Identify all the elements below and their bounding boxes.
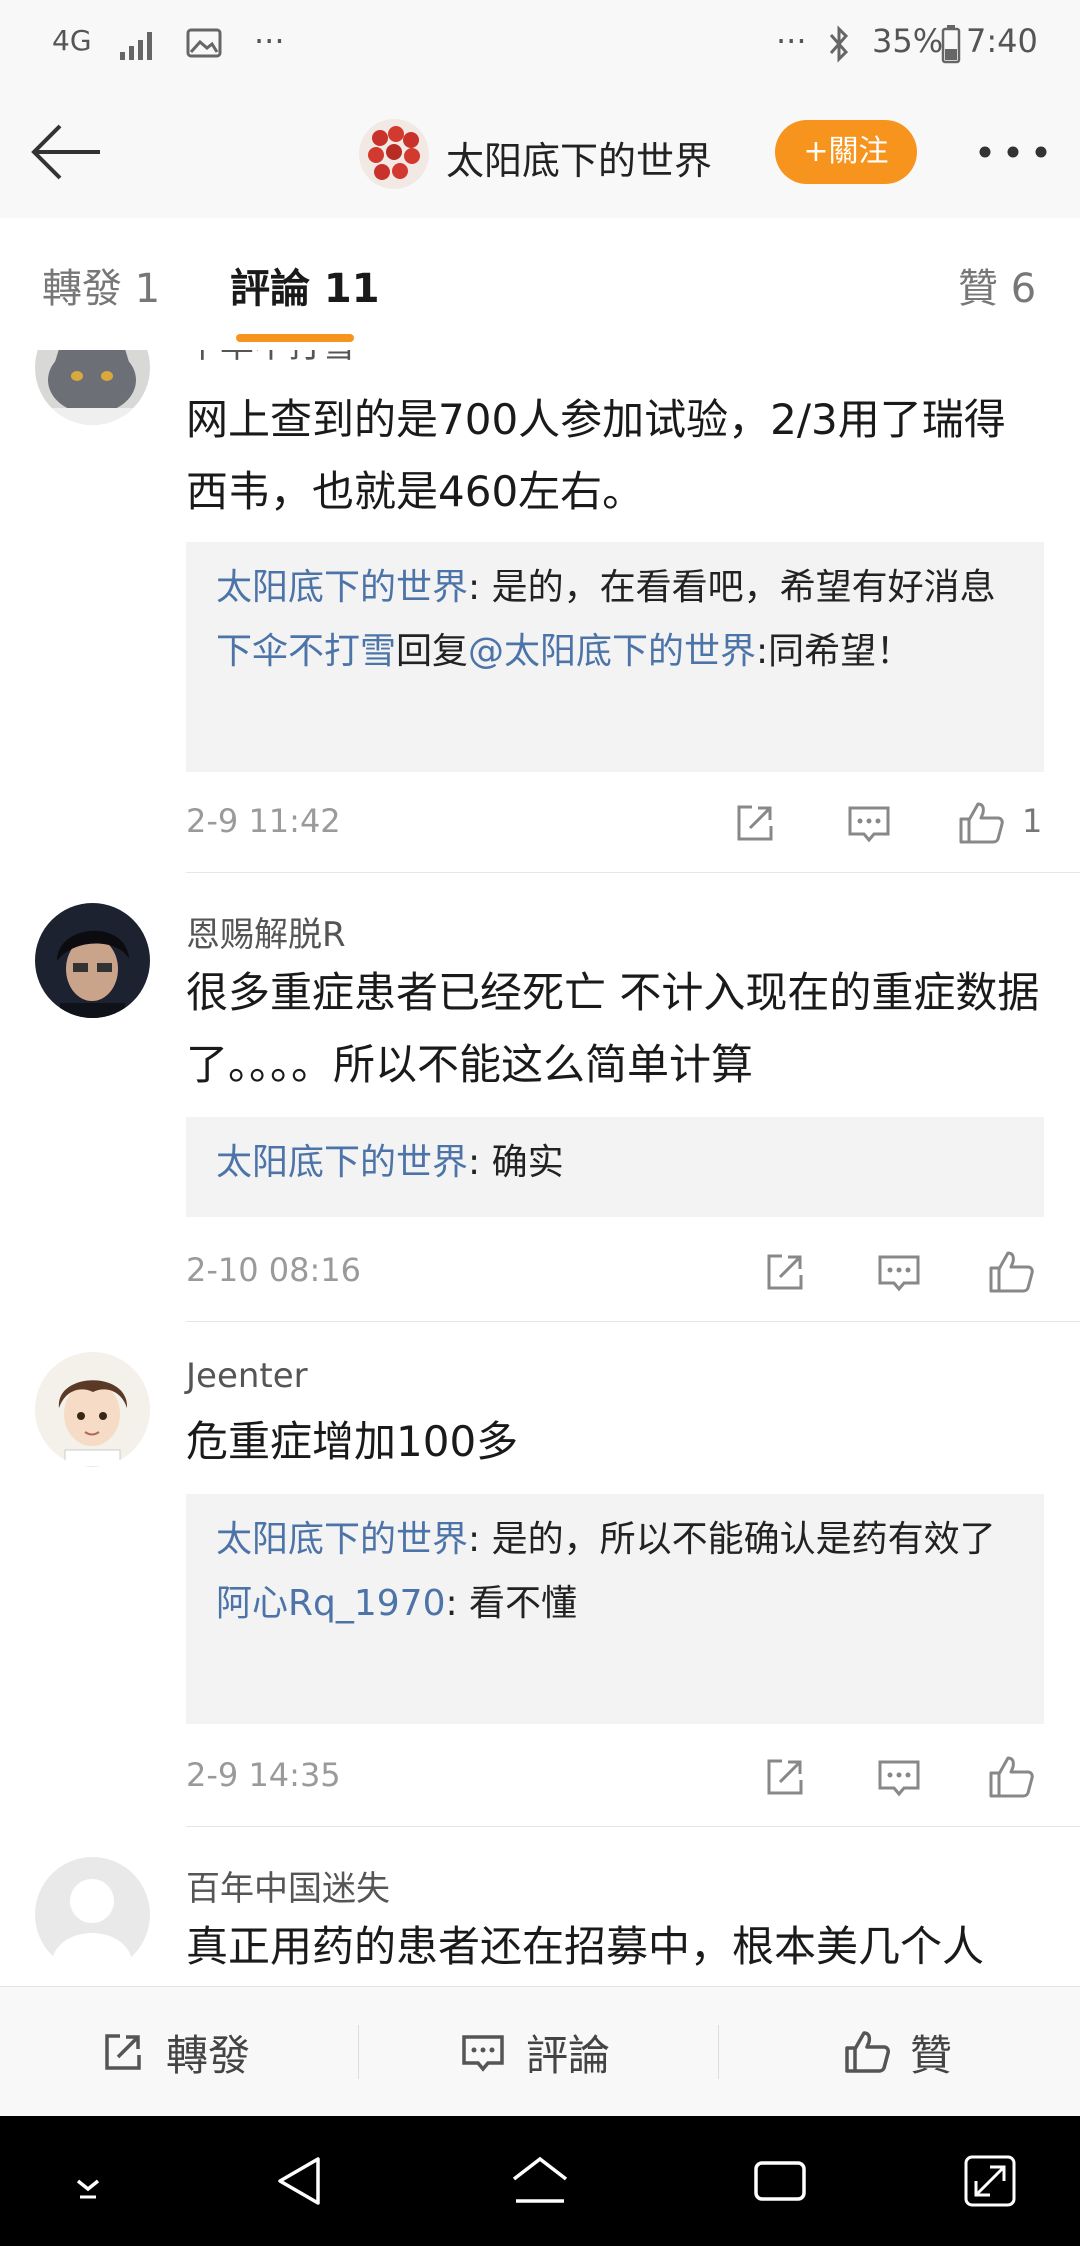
username[interactable]: 下伞不打雪 [186,350,356,367]
reply-username[interactable]: 下伞不打雪 [216,631,396,672]
like-count: 1 [1022,802,1043,840]
account-name[interactable]: 太阳底下的世界 [446,130,712,185]
reply-text: : 是的，所以不能确认是药有效了 [468,1519,996,1560]
timestamp: 2-9 11:42 [186,802,341,840]
like-button[interactable]: 贊 [842,1987,952,2117]
divider [186,1826,1080,1827]
recent-apps-icon[interactable] [750,2151,810,2211]
reply-mention[interactable]: @太阳底下的世界 [468,631,756,672]
reply-verb: 回复 [396,631,469,672]
like-icon [845,2031,890,2073]
share-icon[interactable] [730,798,780,848]
signal-icon [120,32,152,60]
tab-likes[interactable]: 贊 6 [958,256,1036,314]
back-arrow-icon[interactable] [28,120,104,184]
username[interactable]: 恩赐解脱R [186,907,346,956]
reply-box[interactable]: 太阳底下的世界: 是的，所以不能确认是药有效了 阿心Rq_1970: 看不懂 [186,1494,1044,1724]
image-icon [186,28,222,58]
tab-bar: 轉發 1 評論 11 贊 6 [0,218,1080,351]
repost-label: 轉發 [166,2030,251,2080]
avatar[interactable] [35,1857,150,1972]
battery-percent: 35% [872,22,944,60]
comment-footer: 2-9 14:35 [186,1742,1044,1812]
fullscreen-icon[interactable] [960,2151,1020,2211]
home-nav-icon[interactable] [510,2151,570,2211]
bottom-action-bar: 轉發 評論 贊 [0,1986,1080,2117]
timestamp: 2-9 14:35 [186,1756,341,1794]
overflow-icon: ··· [776,22,807,60]
timestamp: 2-10 08:16 [186,1251,362,1289]
tab-reposts[interactable]: 轉發 1 [42,256,160,314]
hide-keyboard-icon[interactable] [58,2151,118,2211]
reply: 太阳底下的世界: 是的，在看看吧，希望有好消息 [216,556,1014,620]
clock: 7:40 [966,22,1038,60]
back-nav-icon[interactable] [272,2151,332,2211]
avatar[interactable] [35,903,150,1018]
share-icon[interactable] [760,1752,810,1802]
tab-comments[interactable]: 評論 11 [230,256,380,314]
active-tab-indicator [236,334,354,342]
reply: 太阳底下的世界: 确实 [216,1131,1014,1195]
account-avatar[interactable] [358,118,430,190]
more-notifications-icon: ··· [254,22,285,60]
reply-box[interactable]: 太阳底下的世界: 确实 [186,1117,1044,1217]
network-type: 4G [52,24,92,57]
reply-username[interactable]: 太阳底下的世界 [216,1519,468,1560]
reply-text: : 确实 [468,1142,564,1183]
status-bar: 4G ··· ··· 35% 7:40 [0,0,1080,88]
share-icon [105,2034,141,2070]
comment-footer: 2-10 08:16 [186,1237,1044,1307]
comment-list[interactable]: 下伞不打雪 网上查到的是700人参加试验，2/3用了瑞得西韦，也就是460左右。… [0,350,1080,1986]
username[interactable]: Jeenter [186,1356,308,1396]
like-icon[interactable] [986,1752,1036,1802]
comment-icon [462,2035,504,2072]
reply-icon[interactable] [874,1752,924,1802]
reply-text: : 是的，在看看吧，希望有好消息 [468,567,996,608]
reply-icon[interactable] [844,798,894,848]
reply-icon[interactable] [874,1247,924,1297]
username[interactable]: 百年中国迷失 [186,1861,390,1910]
reply: 阿心Rq_1970: 看不懂 [216,1572,1014,1636]
more-options-icon[interactable] [976,140,1050,164]
share-icon[interactable] [760,1247,810,1297]
comment-text: 网上查到的是700人参加试验，2/3用了瑞得西韦，也就是460左右。 [186,395,1006,516]
like-label: 贊 [910,2030,953,2080]
reply-text: : 看不懂 [445,1583,578,1624]
like-icon[interactable] [986,1247,1036,1297]
divider [718,2025,719,2079]
battery-icon [941,25,961,64]
comment-button[interactable]: 評論 [458,1987,610,2117]
avatar[interactable] [35,350,150,425]
top-nav-bar: 太阳底下的世界 +關注 [0,88,1080,219]
bluetooth-icon [829,25,849,63]
reply-username[interactable]: 太阳底下的世界 [216,567,468,608]
reply-username[interactable]: 太阳底下的世界 [216,1142,468,1183]
system-nav-bar [0,2116,1080,2246]
avatar[interactable] [35,1352,150,1467]
comment-text: 很多重症患者已经死亡 不计入现在的重症数据了。。。。所以不能这么简单计算 [186,968,1040,1089]
follow-button[interactable]: +關注 [775,120,917,184]
divider [358,2025,359,2079]
divider [186,1321,1080,1322]
reply-username[interactable]: 阿心Rq_1970 [216,1583,445,1624]
repost-button[interactable]: 轉發 [98,1987,250,2117]
comment-footer: 2-9 11:42 1 [186,788,1044,858]
comment-text: 真正用药的患者还在招募中，根本美几个人 [186,1922,985,1971]
reply-text: :同希望！ [756,631,913,672]
divider [186,872,1080,873]
like-icon[interactable] [956,798,1006,848]
comment-label: 評論 [526,2030,611,2080]
reply: 太阳底下的世界: 是的，所以不能确认是药有效了 [216,1508,1014,1572]
reply-box[interactable]: 太阳底下的世界: 是的，在看看吧，希望有好消息 下伞不打雪回复@太阳底下的世界:… [186,542,1044,772]
reply: 下伞不打雪回复@太阳底下的世界:同希望！ [216,620,1014,684]
comment-text: 危重症增加100多 [186,1417,519,1466]
